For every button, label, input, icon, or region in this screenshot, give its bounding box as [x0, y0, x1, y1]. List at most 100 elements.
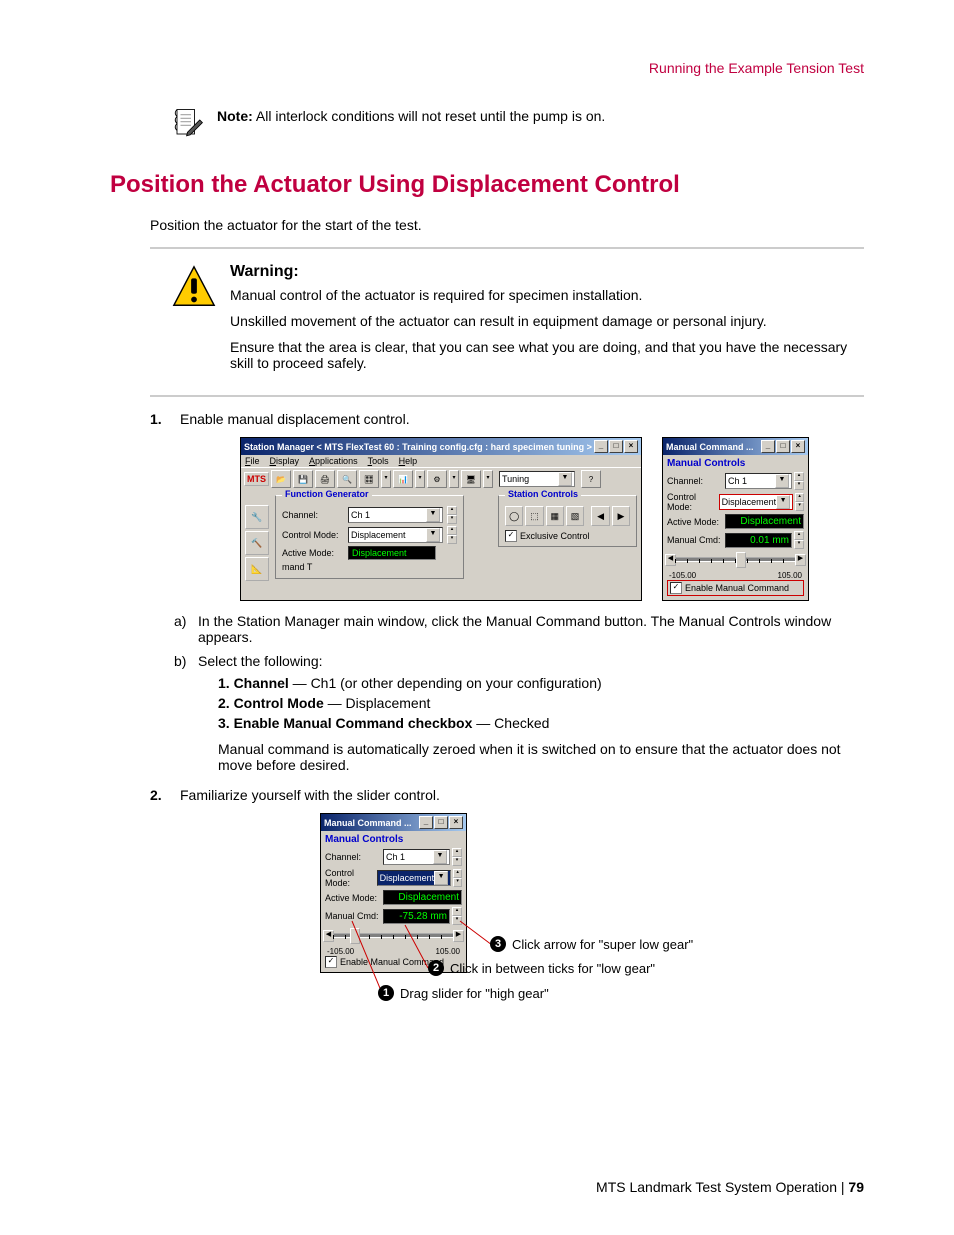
fg-channel-spinner[interactable]: ▴▾ [447, 506, 457, 524]
warning-title: Warning: [230, 263, 864, 281]
mc2-active-label: Active Mode: [325, 893, 381, 903]
mc2-cmd-spinner[interactable]: ▴▾ [452, 907, 462, 925]
toolbar-save-icon[interactable]: 💾 [293, 470, 313, 488]
mc2-ctrlmode-label: Control Mode: [325, 868, 375, 888]
inner-2-text: — Displacement [324, 695, 431, 711]
mc1-ctrlmode-select[interactable]: Displacement▼ [719, 494, 794, 510]
sidebar-icon-3[interactable]: 📐 [245, 557, 269, 581]
exclusive-checkbox[interactable]: ✓ [505, 530, 517, 542]
sc-icon-5[interactable]: ◀ [591, 506, 609, 526]
toolbar-tune-icon[interactable]: 🎛 [359, 470, 379, 488]
slider-arrow-right-icon[interactable]: ▶ [453, 930, 464, 942]
sc-legend: Station Controls [505, 489, 581, 499]
mc2-channel-spinner[interactable]: ▴▾ [452, 848, 462, 866]
fg-ctrlmode-select[interactable]: Displacement ▼ [348, 527, 443, 543]
dropdown-arrow-icon: ▼ [775, 474, 789, 488]
inner-1-text: — Ch1 (or other depending on your config… [289, 675, 602, 691]
callout-3: 3 Click arrow for "super low gear" [490, 936, 693, 952]
menu-display[interactable]: Display [270, 456, 300, 466]
toolbar-dd-4[interactable]: ▾ [483, 470, 493, 488]
warning-icon [170, 263, 218, 311]
minimize-button[interactable]: _ [419, 816, 433, 829]
substep-b: b) Select the following: 1. Channel — Ch… [174, 653, 864, 773]
sc-icon-2[interactable]: ⬚ [525, 506, 543, 526]
mc1-channel-label: Channel: [667, 476, 723, 486]
mc1-channel-spinner[interactable]: ▴▾ [794, 472, 804, 490]
menu-applications[interactable]: Applications [309, 456, 358, 466]
note-label: Note: [217, 108, 253, 124]
exclusive-label: Exclusive Control [520, 531, 590, 541]
toolbar-dd-2[interactable]: ▾ [415, 470, 425, 488]
maximize-button[interactable]: □ [434, 816, 448, 829]
sc-icon-3[interactable]: ▦ [546, 506, 564, 526]
callout-2-number: 2 [428, 960, 444, 976]
mc1-slider[interactable]: ◀ ▶ [667, 551, 804, 569]
menu-help[interactable]: Help [399, 456, 418, 466]
toolbar-gear-icon[interactable]: ⚙ [427, 470, 447, 488]
inner-2-bold: 2. Control Mode [218, 695, 324, 711]
mc2-slider[interactable]: ◀ ▶ [325, 927, 462, 945]
close-button[interactable]: × [624, 440, 638, 453]
slider-thumb[interactable] [350, 928, 360, 944]
slider-arrow-right-icon[interactable]: ▶ [795, 554, 806, 566]
mts-logo: MTS [244, 472, 269, 486]
close-button[interactable]: × [791, 440, 805, 453]
step-2: 2. Familiarize yourself with the slider … [150, 787, 864, 803]
mc1-cmd-spinner[interactable]: ▴▾ [794, 531, 804, 549]
sc-icon-6[interactable]: ▶ [612, 506, 630, 526]
figure-station-manager: Station Manager < MTS FlexTest 60 : Trai… [240, 437, 864, 601]
divider-top [150, 247, 864, 249]
close-button[interactable]: × [449, 816, 463, 829]
mc1-ctrlmode-spinner[interactable]: ▴▾ [795, 493, 804, 511]
inner-item-2: 2. Control Mode — Displacement [218, 695, 864, 711]
substep-b-marker: b) [174, 653, 198, 773]
mc1-channel-select[interactable]: Ch 1▼ [725, 473, 792, 489]
mc2-slider-min: -105.00 [327, 947, 354, 956]
step-1: 1. Enable manual displacement control. [150, 411, 864, 427]
fg-channel-label: Channel: [282, 510, 344, 520]
toolbar-app-icon[interactable]: 📊 [393, 470, 413, 488]
sidebar-icon-1[interactable]: 🔧 [245, 505, 269, 529]
mc2-ctrlmode-spinner[interactable]: ▴▾ [453, 869, 462, 887]
maximize-button[interactable]: □ [776, 440, 790, 453]
callout-2-text: Click in between ticks for "low gear" [450, 961, 655, 976]
toolbar-monitor-icon[interactable]: 🖥 [461, 470, 481, 488]
toolbar-dd-1[interactable]: ▾ [381, 470, 391, 488]
minimize-button[interactable]: _ [594, 440, 608, 453]
toolbar-open-icon[interactable]: 📂 [271, 470, 291, 488]
mc2-channel-select[interactable]: Ch 1▼ [383, 849, 450, 865]
slider-thumb[interactable] [736, 552, 746, 568]
dropdown-arrow-icon: ▼ [776, 495, 790, 509]
page-footer: MTS Landmark Test System Operation | 79 [596, 1179, 864, 1195]
fg-ctrlmode-spinner[interactable]: ▴▾ [447, 526, 457, 544]
sc-icon-1[interactable]: ◯ [505, 506, 523, 526]
mc1-cmd-value: 0.01 mm [725, 533, 792, 548]
sm-toolbar: MTS 📂 💾 🖨 🔍 🎛▾ 📊▾ ⚙▾ 🖥▾ Tuning ▼ ? [241, 467, 641, 490]
mc1-slider-min: -105.00 [669, 571, 696, 580]
mc1-ctrlmode-value: Displacement [722, 497, 777, 507]
menu-tools[interactable]: Tools [368, 456, 389, 466]
toolbar-help-icon[interactable]: ? [581, 470, 601, 488]
maximize-button[interactable]: □ [609, 440, 623, 453]
warning-p1: Manual control of the actuator is requir… [230, 287, 864, 303]
mc2-ctrlmode-select[interactable]: Displacement▼ [377, 870, 452, 886]
mc2-cmd-value: -75.28 mm [383, 909, 450, 924]
inner-3-text: — Checked [472, 715, 549, 731]
tuning-select[interactable]: Tuning ▼ [499, 471, 575, 487]
toolbar-print-icon[interactable]: 🖨 [315, 470, 335, 488]
note-text: All interlock conditions will not reset … [253, 108, 606, 124]
mc1-active-label: Active Mode: [667, 517, 723, 527]
sc-icon-4[interactable]: ▧ [566, 506, 584, 526]
mc1-title-text: Manual Command ... [666, 442, 754, 452]
menu-file[interactable]: File [245, 456, 260, 466]
fg-active-label: Active Mode: [282, 548, 344, 558]
callout-3-number: 3 [490, 936, 506, 952]
toolbar-preview-icon[interactable]: 🔍 [337, 470, 357, 488]
toolbar-dd-3[interactable]: ▾ [449, 470, 459, 488]
sidebar-icon-2[interactable]: 🔨 [245, 531, 269, 555]
mc2-enable-checkbox[interactable]: ✓ [325, 956, 337, 968]
minimize-button[interactable]: _ [761, 440, 775, 453]
step-2-number: 2. [150, 787, 180, 803]
mc1-enable-checkbox[interactable]: ✓ [670, 582, 682, 594]
fg-channel-select[interactable]: Ch 1 ▼ [348, 507, 443, 523]
